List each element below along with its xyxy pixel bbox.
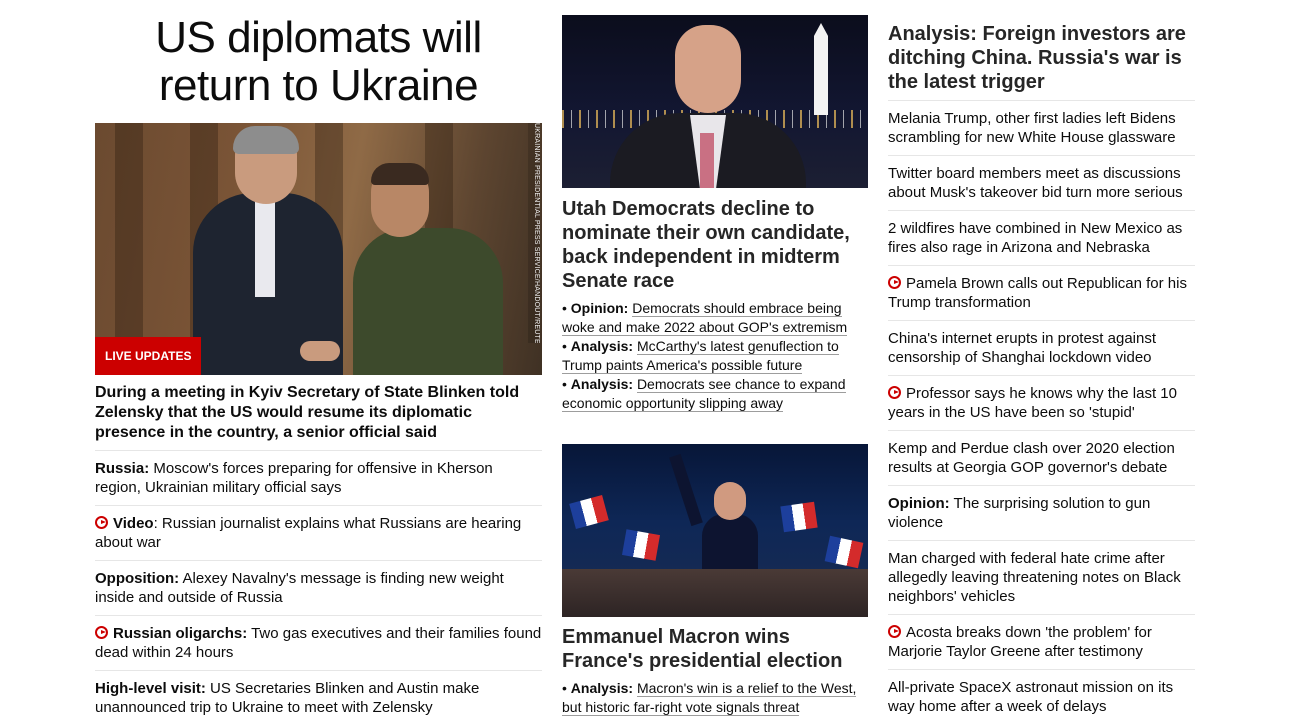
play-video-icon: [95, 626, 108, 639]
utah-story-photo[interactable]: [562, 15, 868, 188]
photo-figure-head: [675, 25, 741, 113]
list-item[interactable]: Russia: Moscow's forces preparing for of…: [95, 451, 542, 506]
item-text: All-private SpaceX astronaut mission on …: [888, 679, 1174, 715]
item-label: High-level visit:: [95, 680, 206, 697]
item-text: : Russian journalist explains what Russi…: [95, 515, 522, 551]
macron-story-title[interactable]: Emmanuel Macron wins France's presidenti…: [562, 625, 868, 673]
related-link[interactable]: • Analysis: Macron's win is a relief to …: [562, 679, 868, 717]
play-video-icon: [888, 276, 901, 289]
photo-figure-arm: [669, 453, 703, 527]
live-updates-badge[interactable]: LIVE UPDATES: [95, 337, 202, 375]
side-headline[interactable]: Analysis: Foreign investors are ditching…: [888, 22, 1195, 101]
list-item[interactable]: Kemp and Perdue clash over 2020 election…: [888, 431, 1195, 486]
lead-description[interactable]: During a meeting in Kyiv Secretary of St…: [95, 383, 542, 451]
play-video-icon: [888, 625, 901, 638]
list-item[interactable]: Professor says he knows why the last 10 …: [888, 376, 1195, 431]
list-item[interactable]: Man charged with federal hate crime afte…: [888, 541, 1195, 615]
play-video-icon: [95, 516, 108, 529]
utah-story-title[interactable]: Utah Democrats decline to nominate their…: [562, 197, 868, 293]
list-item[interactable]: Opposition: Alexey Navalny's message is …: [95, 561, 542, 616]
lead-story-column: US diplomats will return to Ukraine UKRA…: [95, 0, 542, 725]
macron-story-photo[interactable]: [562, 444, 868, 617]
macron-related-links: • Analysis: Macron's win is a relief to …: [562, 679, 868, 717]
lead-related-list: Russia: Moscow's forces preparing for of…: [95, 451, 542, 725]
item-text: Kemp and Perdue clash over 2020 election…: [888, 440, 1175, 476]
photo-figure-head: [714, 482, 746, 520]
play-video-icon: [888, 386, 901, 399]
list-item[interactable]: Pamela Brown calls out Republican for hi…: [888, 266, 1195, 321]
item-text: Melania Trump, other first ladies left B…: [888, 110, 1176, 146]
photo-monument: [814, 23, 828, 115]
side-headline-list: Melania Trump, other first ladies left B…: [888, 101, 1195, 724]
item-label: Video: [113, 515, 154, 532]
photo-figure-hair: [233, 126, 299, 154]
item-text: Twitter board members meet as discussion…: [888, 165, 1183, 201]
list-item[interactable]: Twitter board members meet as discussion…: [888, 156, 1195, 211]
item-label: Russia:: [95, 460, 150, 477]
list-item[interactable]: Opinion: The surprising solution to gun …: [888, 486, 1195, 541]
side-stories-column: Analysis: Foreign investors are ditching…: [888, 0, 1195, 724]
photo-figure: [353, 228, 503, 375]
item-label: Opinion:: [888, 495, 950, 512]
photo-flag: [569, 495, 609, 529]
related-link[interactable]: • Opinion: Democrats should embrace bein…: [562, 299, 868, 337]
list-item[interactable]: Melania Trump, other first ladies left B…: [888, 101, 1195, 156]
related-link[interactable]: • Analysis: McCarthy's latest genuflecti…: [562, 337, 868, 375]
middle-stories-column: Utah Democrats decline to nominate their…: [562, 0, 868, 717]
item-text: Professor says he knows why the last 10 …: [888, 385, 1177, 421]
photo-crowd: [562, 569, 868, 617]
photo-figure-shirt: [255, 197, 275, 297]
photo-flag: [780, 501, 818, 533]
photo-figure-tie: [700, 133, 714, 188]
list-item[interactable]: All-private SpaceX astronaut mission on …: [888, 670, 1195, 724]
item-label: Russian oligarchs:: [113, 625, 248, 642]
photo-flag: [622, 529, 660, 561]
item-text: Acosta breaks down 'the problem' for Mar…: [888, 624, 1152, 660]
photo-handshake: [300, 341, 340, 361]
utah-related-links: • Opinion: Democrats should embrace bein…: [562, 299, 868, 413]
photo-flag: [824, 535, 864, 569]
link-label: Analysis:: [570, 338, 634, 354]
lead-headline[interactable]: US diplomats will return to Ukraine: [95, 14, 542, 122]
item-label: Opposition:: [95, 570, 180, 587]
lead-photo[interactable]: UKRAINIAN PRESIDENTIAL PRESS SERVICE/HAN…: [95, 123, 542, 375]
related-link[interactable]: • Analysis: Democrats see chance to expa…: [562, 375, 868, 413]
link-label: Analysis:: [570, 680, 634, 696]
list-item[interactable]: Video: Russian journalist explains what …: [95, 506, 542, 561]
item-text: 2 wildfires have combined in New Mexico …: [888, 220, 1183, 256]
photo-credit: UKRAINIAN PRESIDENTIAL PRESS SERVICE/HAN…: [528, 123, 540, 343]
photo-figure-hair: [371, 163, 429, 185]
list-item[interactable]: 2 wildfires have combined in New Mexico …: [888, 211, 1195, 266]
link-label: Analysis:: [570, 376, 634, 392]
item-text: Moscow's forces preparing for offensive …: [95, 460, 493, 496]
list-item[interactable]: China's internet erupts in protest again…: [888, 321, 1195, 376]
item-text: Pamela Brown calls out Republican for hi…: [888, 275, 1187, 311]
link-label: Opinion:: [570, 300, 629, 316]
list-item[interactable]: Russian oligarchs: Two gas executives an…: [95, 616, 542, 671]
item-text: Man charged with federal hate crime afte…: [888, 550, 1181, 605]
list-item[interactable]: High-level visit: US Secretaries Blinken…: [95, 671, 542, 725]
list-item[interactable]: Acosta breaks down 'the problem' for Mar…: [888, 615, 1195, 670]
item-text: China's internet erupts in protest again…: [888, 330, 1157, 366]
